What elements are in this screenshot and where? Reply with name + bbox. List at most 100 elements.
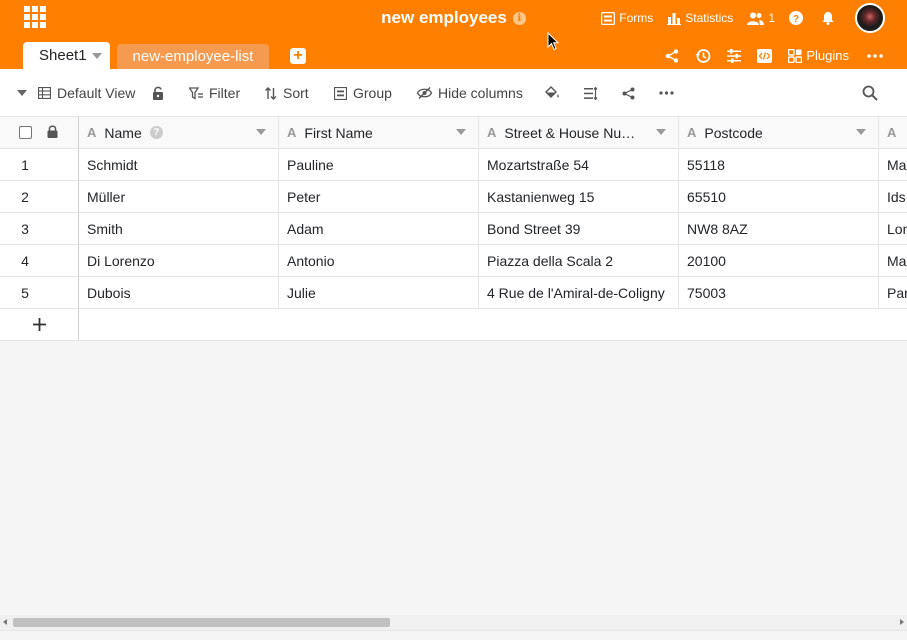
- collaborators-button[interactable]: 1: [747, 11, 775, 25]
- lock-icon[interactable]: [47, 125, 58, 141]
- cell-name[interactable]: Schmidt: [79, 149, 279, 180]
- row-height-icon[interactable]: [584, 69, 604, 117]
- hide-columns-button[interactable]: Hide columns: [417, 69, 523, 117]
- forms-button[interactable]: Forms: [601, 11, 653, 25]
- user-avatar[interactable]: [855, 3, 885, 33]
- table-row[interactable]: 5 Dubois Julie 4 Rue de l'Amiral-de-Coli…: [0, 277, 907, 309]
- select-all-checkbox[interactable]: [19, 126, 32, 139]
- column-header-name[interactable]: A Name ?: [79, 117, 279, 148]
- cell-postcode[interactable]: 65510: [679, 181, 879, 212]
- cell-name[interactable]: Müller: [79, 181, 279, 212]
- row-number: 3: [21, 220, 29, 237]
- share-view-icon[interactable]: [622, 69, 641, 117]
- group-icon: [334, 86, 347, 100]
- table-row[interactable]: 1 Schmidt Pauline Mozartstraße 54 55118 …: [0, 149, 907, 181]
- cell-first-name[interactable]: Julie: [279, 277, 479, 308]
- row-number-cell[interactable]: 5: [0, 277, 79, 308]
- top-bar: new employees i Forms Statistics 1 ? She…: [0, 0, 907, 69]
- cell-first-name[interactable]: Antonio: [279, 245, 479, 276]
- view-selector[interactable]: Default View: [38, 69, 135, 117]
- view-toolbar: Default View Filter Sort Group Hide colu…: [0, 69, 907, 117]
- cell-first-name[interactable]: Pauline: [279, 149, 479, 180]
- cell-name[interactable]: Smith: [79, 213, 279, 244]
- svg-text:?: ?: [793, 14, 799, 25]
- cell-postcode[interactable]: 20100: [679, 245, 879, 276]
- table-row[interactable]: 3 Smith Adam Bond Street 39 NW8 8AZ Lon: [0, 213, 907, 245]
- chevron-down-icon[interactable]: [91, 52, 102, 59]
- plugins-button[interactable]: Plugins: [788, 48, 849, 63]
- cell-postcode[interactable]: NW8 8AZ: [679, 213, 879, 244]
- add-row[interactable]: [0, 309, 907, 341]
- chevron-down-icon[interactable]: [256, 129, 266, 135]
- search-icon[interactable]: [862, 69, 884, 117]
- filter-label: Filter: [209, 85, 241, 101]
- cell-city[interactable]: Ids: [879, 181, 907, 212]
- cell-first-name[interactable]: Adam: [279, 213, 479, 244]
- info-icon[interactable]: i: [512, 11, 526, 25]
- cell-name[interactable]: Dubois: [79, 277, 279, 308]
- views-toggle[interactable]: [17, 69, 27, 117]
- text-type-icon: A: [887, 125, 897, 140]
- sort-button[interactable]: Sort: [265, 69, 309, 117]
- cell-street[interactable]: Kastanienweg 15: [479, 181, 679, 212]
- cell-street[interactable]: 4 Rue de l'Amiral-de-Coligny: [479, 277, 679, 308]
- statistics-label: Statistics: [685, 11, 734, 25]
- bell-icon: [822, 12, 834, 25]
- cell-name[interactable]: Di Lorenzo: [79, 245, 279, 276]
- statistics-button[interactable]: Statistics: [667, 11, 733, 25]
- hide-columns-label: Hide columns: [438, 85, 523, 101]
- column-header-first-name[interactable]: A First Name: [279, 117, 479, 148]
- column-header-street[interactable]: A Street & House Nu…: [479, 117, 679, 148]
- notifications-button[interactable]: [821, 11, 839, 25]
- horizontal-scrollbar[interactable]: [0, 615, 907, 630]
- filter-button[interactable]: Filter: [189, 69, 240, 117]
- status-strip: [0, 630, 907, 640]
- row-number-cell[interactable]: 3: [0, 213, 79, 244]
- plugins-icon: [788, 48, 803, 63]
- tab-sheet1[interactable]: Sheet1: [23, 42, 110, 69]
- cell-city[interactable]: Par: [879, 277, 907, 308]
- row-number-cell[interactable]: 1: [0, 149, 79, 180]
- help-button[interactable]: ?: [789, 11, 807, 25]
- settings-sliders-icon[interactable]: [727, 48, 745, 63]
- column-header-city[interactable]: A: [879, 117, 907, 148]
- add-table-icon[interactable]: +: [290, 48, 306, 64]
- chevron-down-icon[interactable]: [856, 129, 866, 135]
- cell-street[interactable]: Bond Street 39: [479, 213, 679, 244]
- lock-view-icon[interactable]: [152, 69, 170, 117]
- more-options-icon[interactable]: [867, 53, 887, 58]
- cell-city[interactable]: Ma: [879, 149, 907, 180]
- scroll-left-icon[interactable]: [3, 619, 7, 625]
- cell-postcode[interactable]: 75003: [679, 277, 879, 308]
- data-grid: A Name ? A First Name A Street & House N…: [0, 117, 907, 341]
- paint-bucket-icon[interactable]: [544, 69, 566, 117]
- help-icon[interactable]: ?: [149, 126, 163, 139]
- mouse-cursor-icon: [547, 31, 560, 56]
- cell-postcode[interactable]: 55118: [679, 149, 879, 180]
- scrollbar-thumb[interactable]: [13, 618, 390, 627]
- chevron-down-icon[interactable]: [656, 129, 666, 135]
- row-number-cell[interactable]: 2: [0, 181, 79, 212]
- chevron-down-icon[interactable]: [456, 129, 466, 135]
- tab-sheet1-label: Sheet1: [39, 47, 87, 64]
- share-icon[interactable]: [665, 48, 683, 63]
- history-icon[interactable]: [695, 48, 715, 64]
- scroll-right-icon[interactable]: [900, 619, 904, 625]
- apps-grid-icon[interactable]: [24, 6, 46, 28]
- cell-street[interactable]: Piazza della Scala 2: [479, 245, 679, 276]
- script-icon[interactable]: [757, 48, 776, 63]
- cell-city[interactable]: Ma: [879, 245, 907, 276]
- header-row: A Name ? A First Name A Street & House N…: [0, 117, 907, 149]
- column-header-postcode[interactable]: A Postcode: [679, 117, 879, 148]
- add-row-button[interactable]: [0, 309, 79, 340]
- more-toolbar-icon[interactable]: [659, 69, 680, 117]
- tab-new-employee-list[interactable]: new-employee-list: [117, 44, 269, 69]
- group-button[interactable]: Group: [334, 69, 392, 117]
- table-row[interactable]: 4 Di Lorenzo Antonio Piazza della Scala …: [0, 245, 907, 277]
- cell-street[interactable]: Mozartstraße 54: [479, 149, 679, 180]
- table-row[interactable]: 2 Müller Peter Kastanienweg 15 65510 Ids: [0, 181, 907, 213]
- row-number-cell[interactable]: 4: [0, 245, 79, 276]
- cell-city[interactable]: Lon: [879, 213, 907, 244]
- eye-slash-icon: [417, 87, 432, 99]
- cell-first-name[interactable]: Peter: [279, 181, 479, 212]
